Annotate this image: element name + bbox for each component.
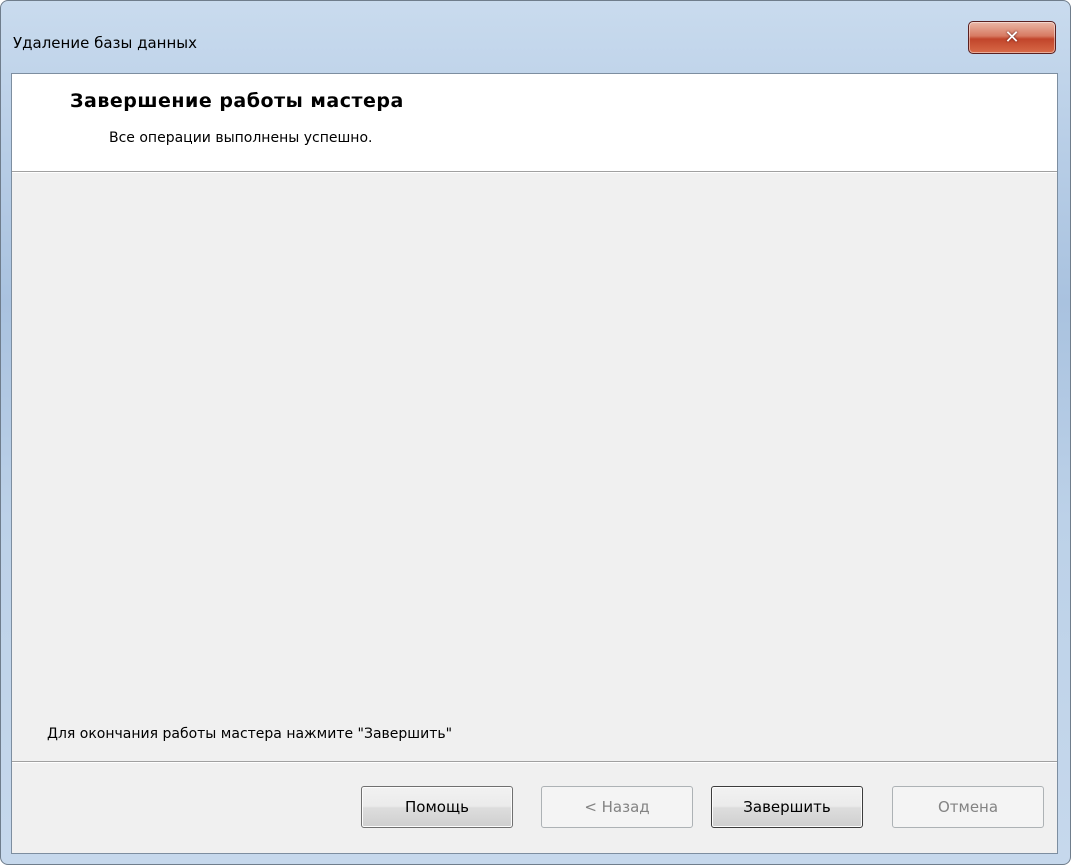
wizard-body xyxy=(12,173,1057,759)
cancel-button[interactable]: Отмена xyxy=(892,786,1044,828)
dialog-window: Удаление базы данных ✕ Завершение работы… xyxy=(0,0,1071,865)
close-button[interactable]: ✕ xyxy=(968,21,1056,54)
title-bar[interactable]: Удаление базы данных ✕ xyxy=(1,1,1070,73)
button-separator xyxy=(12,761,1057,763)
wizard-header: Завершение работы мастера Все операции в… xyxy=(12,74,1057,172)
dialog-client-area: Завершение работы мастера Все операции в… xyxy=(11,73,1058,854)
page-title: Завершение работы мастера xyxy=(70,90,404,112)
help-button[interactable]: Помощь xyxy=(361,786,513,828)
page-subtitle: Все операции выполнены успешно. xyxy=(109,130,373,146)
instruction-text: Для окончания работы мастера нажмите "За… xyxy=(47,726,453,742)
finish-button[interactable]: Завершить xyxy=(711,786,863,828)
back-button[interactable]: < Назад xyxy=(541,786,693,828)
window-title: Удаление базы данных xyxy=(13,34,197,52)
close-icon: ✕ xyxy=(1004,26,1020,48)
